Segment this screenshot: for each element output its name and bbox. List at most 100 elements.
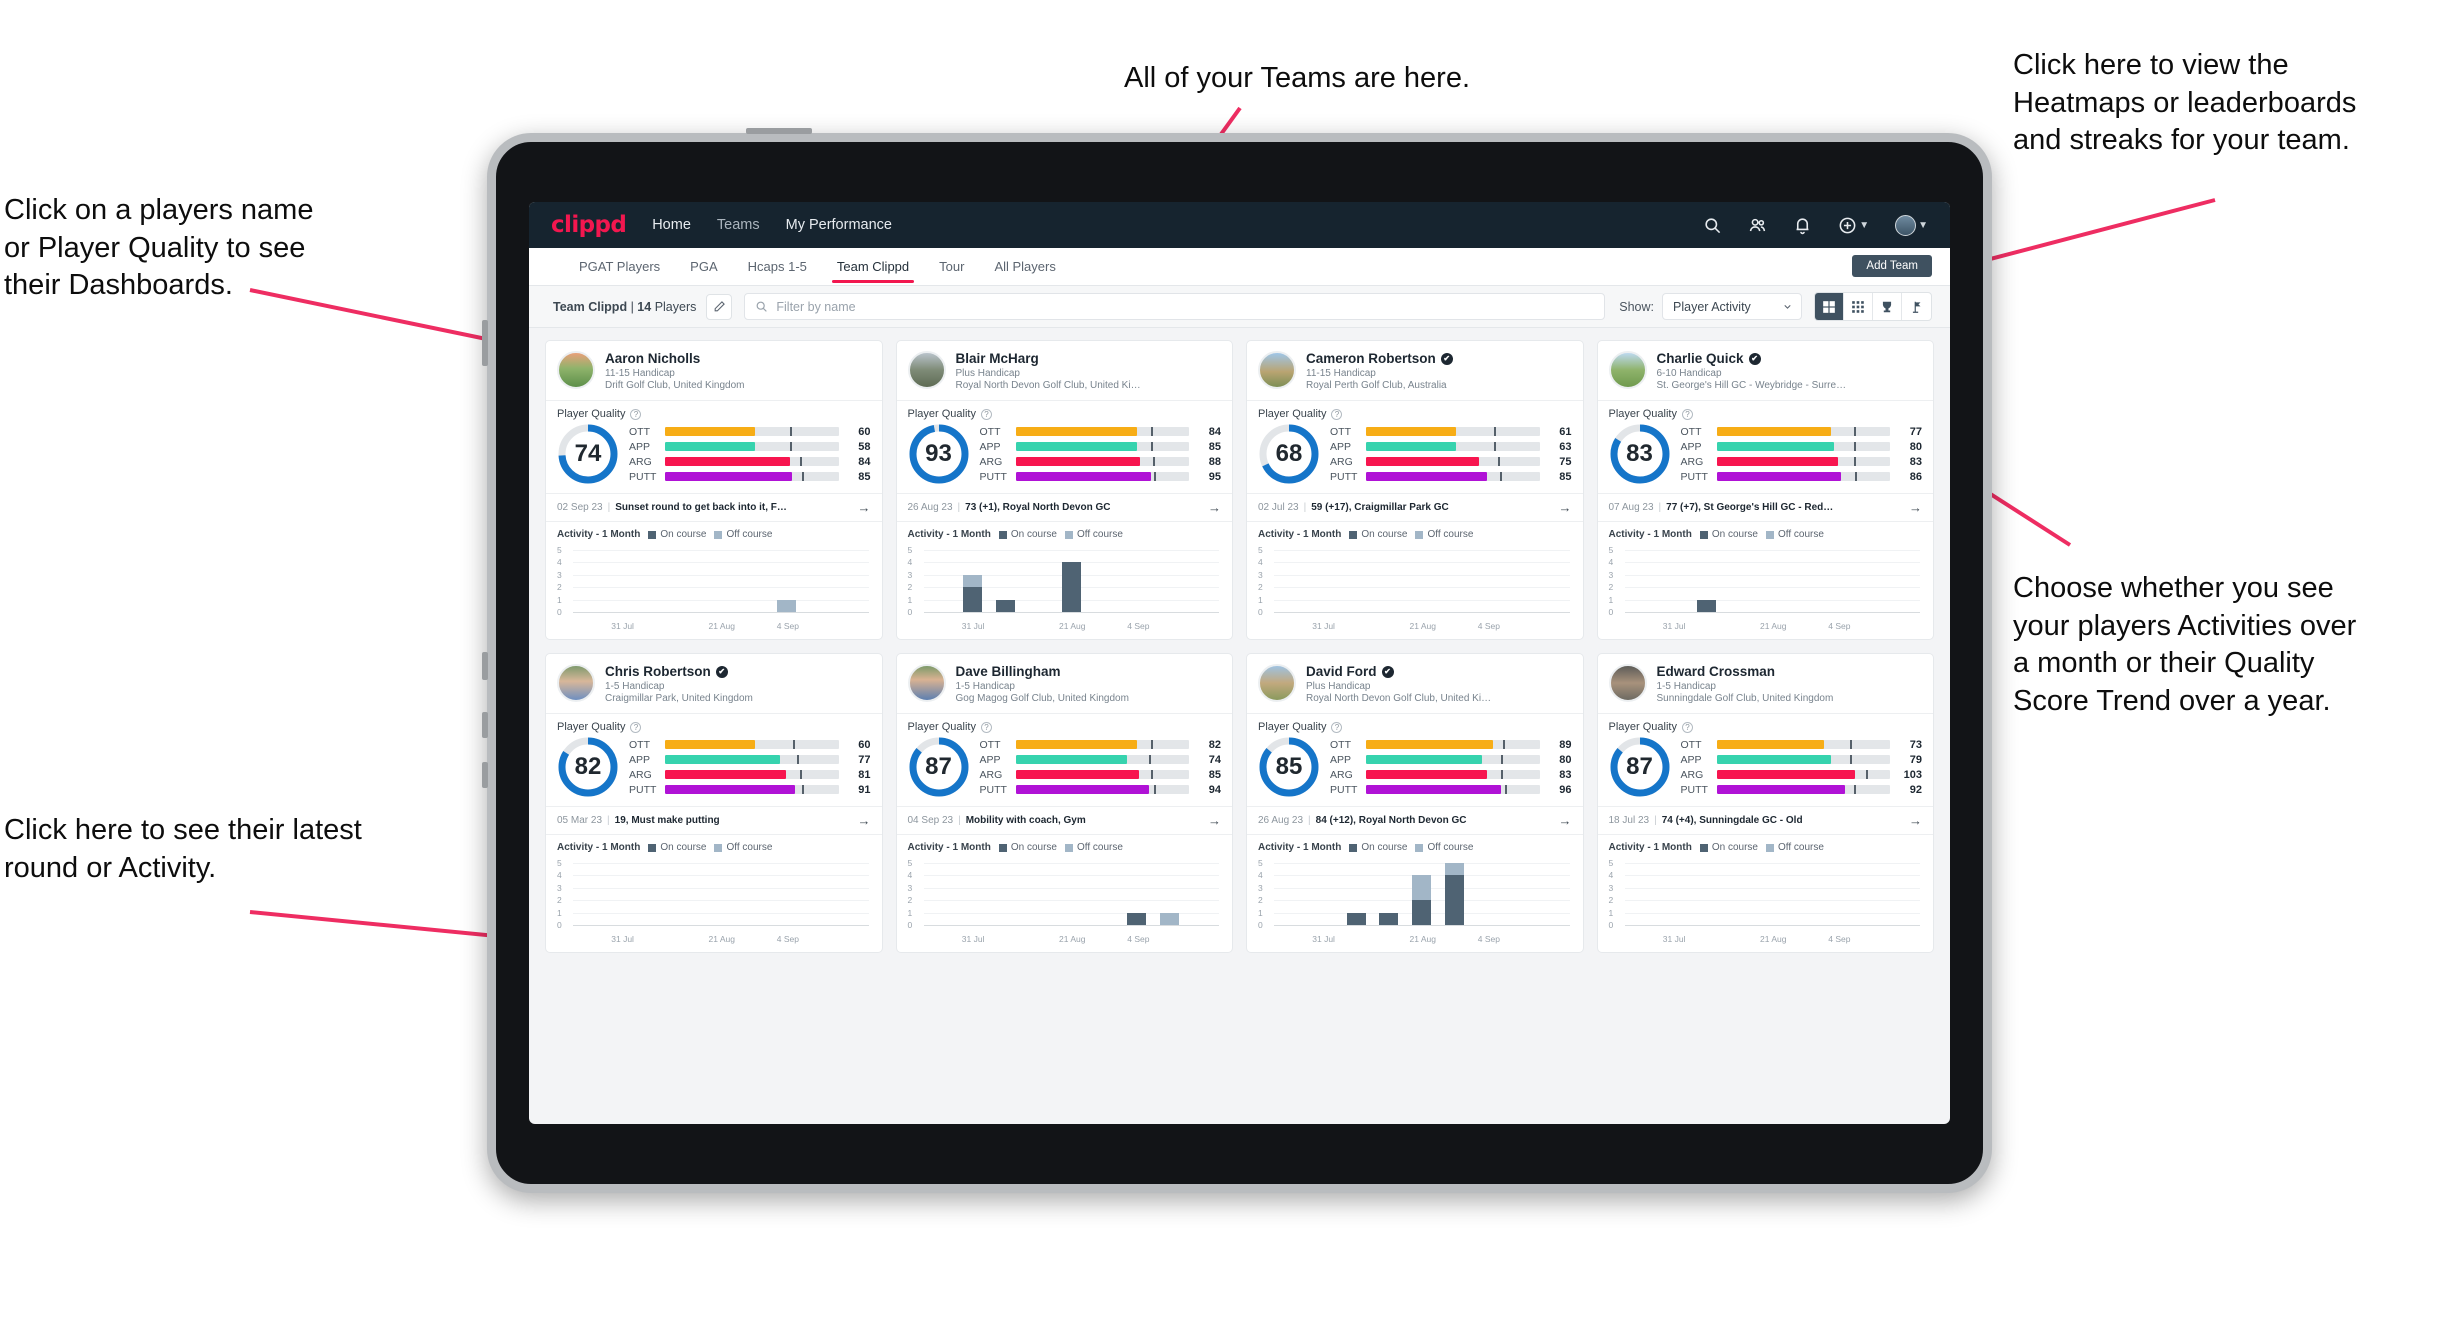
tab-pga[interactable]: PGA (688, 250, 719, 283)
tab-pgat-players[interactable]: PGAT Players (577, 250, 662, 283)
player-card[interactable]: Aaron Nicholls 11-15 Handicap Drift Golf… (545, 340, 883, 640)
tab-hcaps-1-5[interactable]: Hcaps 1-5 (746, 250, 809, 283)
chart-y-label: 2 (557, 582, 562, 593)
player-card-header[interactable]: Charlie Quick ✔ 6-10 Handicap St. George'… (1598, 341, 1934, 400)
player-card[interactable]: Edward Crossman 1-5 Handicap Sunningdale… (1596, 653, 1934, 953)
player-quality-section[interactable]: Player Quality? 74 OTT 60 APP 58 ARG 84 … (546, 400, 882, 493)
activity-chart: 5 43 21 0 (1609, 857, 1923, 931)
player-quality-section[interactable]: Player Quality? 87 OTT 73 APP 79 ARG 103… (1597, 713, 1933, 806)
metric-value: 84 (858, 455, 871, 468)
search-input[interactable]: Filter by name (744, 293, 1606, 320)
player-card[interactable]: Dave Billingham 1-5 Handicap Gog Magog G… (895, 653, 1233, 953)
grid-large-icon[interactable] (1815, 293, 1844, 320)
latest-round-row[interactable]: 07 Aug 23 | 77 (+7), St George's Hill GC… (1597, 493, 1933, 521)
player-name[interactable]: David Ford ✔ (1306, 664, 1496, 679)
player-quality-section[interactable]: Player Quality? 82 OTT 60 APP 77 ARG 81 … (546, 713, 882, 806)
player-quality-section[interactable]: Player Quality? 83 OTT 77 APP 80 ARG 83 … (1597, 400, 1933, 493)
avatar[interactable]: ▼ (1895, 214, 1928, 236)
nav-link-home[interactable]: Home (652, 217, 691, 233)
arrow-right-icon[interactable]: → (1200, 813, 1221, 828)
plus-circle-icon[interactable]: ▼ (1838, 216, 1869, 235)
help-icon[interactable]: ? (630, 721, 642, 733)
chart-axis (573, 612, 869, 613)
metric-row: OTT 60 (629, 739, 871, 751)
player-card-header[interactable]: Edward Crossman 1-5 Handicap Sunningdale… (1598, 654, 1934, 713)
flag-icon[interactable] (1902, 293, 1931, 320)
metrics-list: OTT 60 APP 58 ARG 84 PUTT 85 (629, 426, 871, 483)
player-name[interactable]: Charlie Quick ✔ (1657, 351, 1847, 366)
clippd-logo[interactable]: clippd (551, 212, 627, 238)
latest-round-row[interactable]: 26 Aug 23 | 73 (+1), Royal North Devon G… (896, 493, 1232, 521)
chart-axis (1624, 612, 1920, 613)
player-card[interactable]: Charlie Quick ✔ 6-10 Handicap St. George'… (1596, 340, 1934, 640)
help-icon[interactable]: ? (1681, 721, 1693, 733)
nav-link-my-performance[interactable]: My Performance (786, 217, 892, 233)
player-card-header[interactable]: David Ford ✔ Plus Handicap Royal North De… (1247, 654, 1583, 713)
player-club: Royal Perth Golf Club, Australia (1306, 380, 1447, 391)
metrics-list: OTT 73 APP 79 ARG 103 PUTT 92 (1681, 739, 1923, 796)
metric-track (1015, 785, 1189, 794)
player-name[interactable]: Blair McHarg (956, 351, 1146, 366)
tab-all-players[interactable]: All Players (992, 250, 1057, 283)
search-icon[interactable] (1703, 216, 1722, 235)
help-icon[interactable]: ? (980, 408, 992, 420)
chart-y-label: 2 (557, 895, 562, 906)
latest-round-row[interactable]: 26 Aug 23 | 84 (+12), Royal North Devon … (1247, 806, 1583, 834)
player-quality-section[interactable]: Player Quality? 85 OTT 89 APP 80 ARG 83 … (1247, 713, 1583, 806)
arrow-right-icon[interactable]: → (1901, 500, 1922, 515)
player-name[interactable]: Aaron Nicholls (605, 351, 745, 366)
metric-row: ARG 85 (980, 769, 1222, 781)
bell-icon[interactable] (1793, 216, 1812, 235)
player-name[interactable]: Edward Crossman (1657, 664, 1834, 679)
pencil-icon[interactable] (706, 293, 733, 320)
player-quality-section[interactable]: Player Quality? 93 OTT 84 APP 85 ARG 88 … (896, 400, 1232, 493)
player-card-header[interactable]: Blair McHarg Plus Handicap Royal North D… (897, 341, 1233, 400)
arrow-right-icon[interactable]: → (1551, 813, 1572, 828)
arrow-right-icon[interactable]: → (1551, 500, 1572, 515)
help-icon[interactable]: ? (630, 408, 642, 420)
help-icon[interactable]: ? (1331, 408, 1343, 420)
add-team-button[interactable]: Add Team (1852, 255, 1932, 277)
latest-round-row[interactable]: 18 Jul 23 | 74 (+4), Sunningdale GC - Ol… (1597, 806, 1933, 834)
player-card[interactable]: Cameron Robertson ✔ 11-15 Handicap Royal … (1246, 340, 1584, 640)
latest-round-row[interactable]: 02 Sep 23 | Sunset round to get back int… (546, 493, 882, 521)
player-quality-section[interactable]: Player Quality? 68 OTT 61 APP 63 ARG 75 … (1247, 400, 1583, 493)
tab-team-clippd[interactable]: Team Clippd (831, 250, 915, 283)
quality-ring-wrap: 85 (1258, 736, 1320, 798)
metric-track (1015, 740, 1189, 749)
help-icon[interactable]: ? (1681, 408, 1693, 420)
show-select[interactable]: Player Activity (1662, 293, 1802, 320)
player-quality-section[interactable]: Player Quality? 87 OTT 82 APP 74 ARG 85 … (896, 713, 1232, 806)
avatar-image (1895, 214, 1917, 236)
player-name[interactable]: Dave Billingham (956, 664, 1129, 679)
grid-small-icon[interactable] (1844, 293, 1873, 320)
metric-row: ARG 88 (980, 456, 1222, 468)
tab-tour[interactable]: Tour (937, 250, 966, 283)
player-name[interactable]: Chris Robertson ✔ (605, 664, 753, 679)
player-card[interactable]: Chris Robertson ✔ 1-5 Handicap Craigmilla… (545, 653, 883, 953)
latest-round-row[interactable]: 05 Mar 23 | 19, Must make putting → (546, 806, 882, 834)
chart-x-label (924, 934, 957, 944)
player-quality-title: Player Quality? (557, 408, 871, 420)
player-card[interactable]: Blair McHarg Plus Handicap Royal North D… (895, 340, 1233, 640)
nav-link-teams[interactable]: Teams (717, 217, 760, 233)
metric-row: PUTT 91 (629, 784, 871, 796)
help-icon[interactable]: ? (1331, 721, 1343, 733)
metric-label: OTT (629, 425, 650, 438)
player-name[interactable]: Cameron Robertson ✔ (1306, 351, 1453, 366)
player-card-header[interactable]: Cameron Robertson ✔ 11-15 Handicap Royal … (1247, 341, 1583, 400)
arrow-right-icon[interactable]: → (850, 500, 871, 515)
player-card-header[interactable]: Chris Robertson ✔ 1-5 Handicap Craigmilla… (546, 654, 882, 713)
latest-round-row[interactable]: 02 Jul 23 | 59 (+17), Craigmillar Park G… (1247, 493, 1583, 521)
people-icon[interactable] (1748, 216, 1767, 235)
latest-round-row[interactable]: 04 Sep 23 | Mobility with coach, Gym → (896, 806, 1232, 834)
player-card[interactable]: David Ford ✔ Plus Handicap Royal North De… (1246, 653, 1584, 953)
help-icon[interactable]: ? (980, 721, 992, 733)
player-card-header[interactable]: Aaron Nicholls 11-15 Handicap Drift Golf… (546, 341, 882, 400)
activity-section: Activity - 1 Month On course Off course … (546, 521, 882, 639)
arrow-right-icon[interactable]: → (1901, 813, 1922, 828)
arrow-right-icon[interactable]: → (850, 813, 871, 828)
arrow-right-icon[interactable]: → (1200, 500, 1221, 515)
trophy-icon[interactable] (1873, 293, 1902, 320)
player-card-header[interactable]: Dave Billingham 1-5 Handicap Gog Magog G… (897, 654, 1233, 713)
